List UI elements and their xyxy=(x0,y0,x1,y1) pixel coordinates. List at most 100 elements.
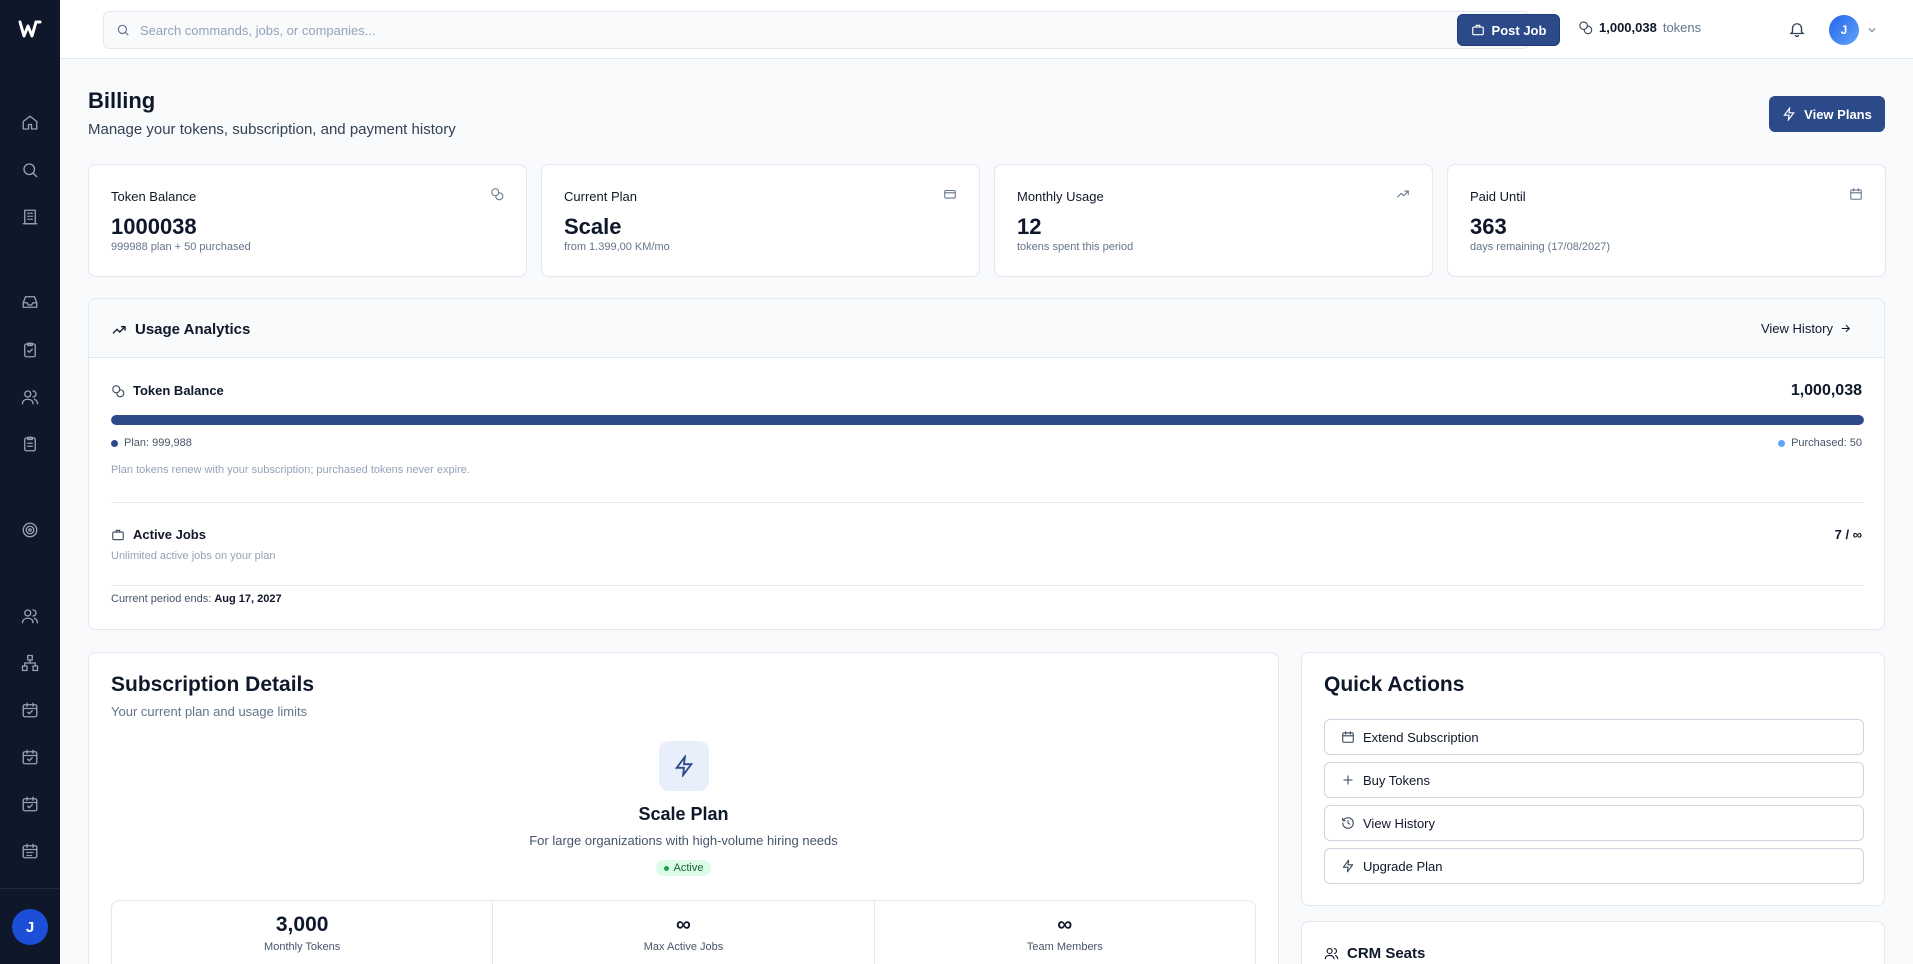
stat-sub: days remaining (17/08/2027) xyxy=(1470,241,1611,253)
quick-actions-title: Quick Actions xyxy=(1324,673,1465,696)
stat-value: 12 xyxy=(1017,214,1042,239)
view-history-label: View History xyxy=(1363,815,1436,831)
stat-card-monthly-usage: Monthly Usage 12 tokens spent this perio… xyxy=(994,164,1433,277)
user-avatar[interactable]: J xyxy=(1829,15,1859,45)
crm-seats-card: CRM Seats xyxy=(1301,921,1885,964)
stat-sub: 999988 plan + 50 purchased xyxy=(111,241,251,253)
status-badge: Active xyxy=(655,860,712,876)
plan-legend-text: Plan: 999,988 xyxy=(124,437,192,449)
period-label: Current period ends: xyxy=(111,593,212,605)
stat-value: 363 xyxy=(1470,214,1507,239)
status-badge-wrap: Active xyxy=(89,860,1278,876)
stat-label: Monthly Usage xyxy=(1017,189,1104,204)
calendar-icon[interactable] xyxy=(18,839,42,863)
inbox-icon[interactable] xyxy=(18,290,42,314)
upgrade-plan-button[interactable]: Upgrade Plan xyxy=(1324,848,1864,884)
plan-description: For large organizations with high-volume… xyxy=(529,833,838,848)
building-icon[interactable] xyxy=(18,205,42,229)
token-progress-bar xyxy=(111,415,1864,425)
search-input[interactable] xyxy=(140,22,1520,38)
stat-sub: tokens spent this period xyxy=(1017,241,1134,253)
stat-value: 1000038 xyxy=(111,214,197,239)
active-jobs-row-label: Active Jobs xyxy=(111,527,206,542)
search-icon xyxy=(117,24,129,36)
arrow-right-icon xyxy=(1841,324,1851,333)
plus-icon xyxy=(1343,775,1353,785)
target-icon[interactable] xyxy=(18,518,42,542)
command-search[interactable] xyxy=(103,11,1529,49)
crm-seats-title: CRM Seats xyxy=(1324,945,1425,962)
extend-subscription-label: Extend Subscription xyxy=(1363,729,1479,745)
users-icon[interactable] xyxy=(18,604,42,628)
chevron-down-icon[interactable] xyxy=(1866,23,1878,41)
plan-name: Scale Plan xyxy=(638,804,729,824)
calendar-icon xyxy=(1849,187,1863,206)
logo-icon xyxy=(18,20,42,38)
divider xyxy=(111,585,1864,586)
view-history-label: View History xyxy=(1760,321,1833,336)
limit-max-active-jobs: ∞ Max Active Jobs xyxy=(493,901,875,964)
stat-value: Scale xyxy=(564,214,622,239)
purchased-legend: Purchased: 50 xyxy=(1778,437,1862,449)
post-job-button[interactable]: Post Job xyxy=(1457,14,1560,46)
zap-icon xyxy=(1342,859,1354,873)
purchased-dot xyxy=(1778,439,1786,447)
network-icon[interactable] xyxy=(18,651,42,675)
calendar-icon[interactable] xyxy=(18,698,42,722)
subscription-subtitle: Your current plan and usage limits xyxy=(111,704,308,719)
stat-label: Token Balance xyxy=(111,189,197,204)
status-text: Active xyxy=(673,862,704,874)
divider xyxy=(111,502,1864,503)
upgrade-plan-label: Upgrade Plan xyxy=(1363,858,1443,874)
view-plans-label: View Plans xyxy=(1804,106,1872,122)
plan-dot xyxy=(111,439,118,447)
coins-icon xyxy=(1579,21,1593,35)
extend-subscription-button[interactable]: Extend Subscription xyxy=(1324,719,1864,755)
history-icon xyxy=(1342,817,1354,829)
sidebar-avatar[interactable]: J xyxy=(12,909,48,945)
current-period: Current period ends: Aug 17, 2027 xyxy=(111,593,282,605)
limit-label: Team Members xyxy=(1026,941,1103,953)
limit-label: Monthly Tokens xyxy=(264,941,341,953)
subscription-title: Subscription Details xyxy=(111,673,315,696)
search-icon[interactable] xyxy=(18,158,42,182)
view-plans-button[interactable]: View Plans xyxy=(1769,96,1885,132)
token-balance-label: Token Balance xyxy=(133,383,224,398)
stat-card-current-plan: Current Plan Scale from 1.399,00 KM/mo xyxy=(541,164,980,277)
token-unit: tokens xyxy=(1662,20,1702,35)
page-subtitle: Manage your tokens, subscription, and pa… xyxy=(88,121,456,138)
credit-card-icon xyxy=(943,187,957,206)
limit-monthly-tokens: 3,000 Monthly Tokens xyxy=(112,901,494,964)
notifications-bell-icon[interactable] xyxy=(1788,20,1806,43)
token-balance-row-label: Token Balance xyxy=(111,383,224,398)
briefcase-icon xyxy=(1471,24,1484,36)
home-icon[interactable] xyxy=(18,111,42,135)
active-jobs-value: 7 / ∞ xyxy=(1834,527,1862,542)
view-history-link[interactable]: View History xyxy=(1761,321,1852,336)
limit-label: Max Active Jobs xyxy=(643,941,724,953)
stat-label: Paid Until xyxy=(1470,189,1526,204)
trending-up-icon xyxy=(1396,187,1410,206)
clipboard-list-icon[interactable] xyxy=(18,432,42,456)
period-date: Aug 17, 2027 xyxy=(214,593,282,605)
coins-icon xyxy=(490,187,504,206)
calendar-check-icon[interactable] xyxy=(18,745,42,769)
usage-header: Usage Analytics View History xyxy=(89,299,1884,358)
clipboard-check-icon[interactable] xyxy=(18,338,42,362)
token-balance-indicator[interactable]: 1,000,038 tokens xyxy=(1578,20,1701,35)
view-history-button[interactable]: View History xyxy=(1324,805,1864,841)
users-icon xyxy=(1324,947,1339,960)
limit-team-members: ∞ Team Members xyxy=(875,901,1255,964)
calendar-check-icon[interactable] xyxy=(18,792,42,816)
briefcase-icon xyxy=(112,529,124,540)
subscription-details-card: Subscription Details Your current plan a… xyxy=(88,652,1279,964)
active-jobs-note: Unlimited active jobs on your plan xyxy=(111,550,276,562)
users-icon[interactable] xyxy=(18,385,42,409)
purchased-legend-text: Purchased: 50 xyxy=(1791,437,1862,449)
buy-tokens-button[interactable]: Buy Tokens xyxy=(1324,762,1864,798)
app-logo[interactable] xyxy=(0,0,60,58)
buy-tokens-label: Buy Tokens xyxy=(1363,772,1430,788)
limit-value: ∞ xyxy=(1057,913,1073,936)
active-jobs-label: Active Jobs xyxy=(133,527,206,542)
token-progress-fill xyxy=(111,415,1864,425)
